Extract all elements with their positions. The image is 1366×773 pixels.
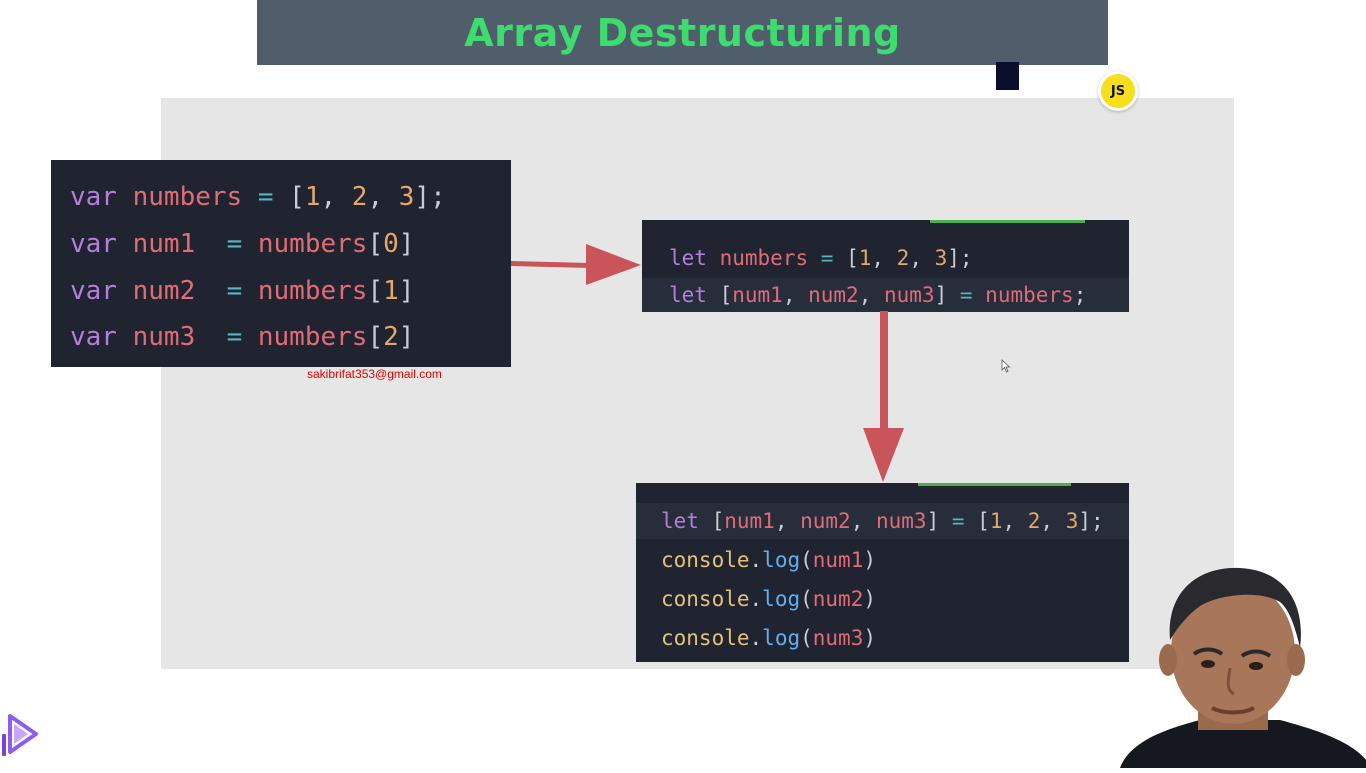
arrow-down-icon (863, 311, 904, 482)
play-logo-icon (0, 712, 40, 773)
presenter-webcam (1110, 560, 1366, 768)
mouse-cursor-icon (1001, 359, 1011, 378)
arrow-right-icon (511, 244, 641, 285)
watermark-email: sakibrifat353@gmail.com (307, 367, 442, 381)
